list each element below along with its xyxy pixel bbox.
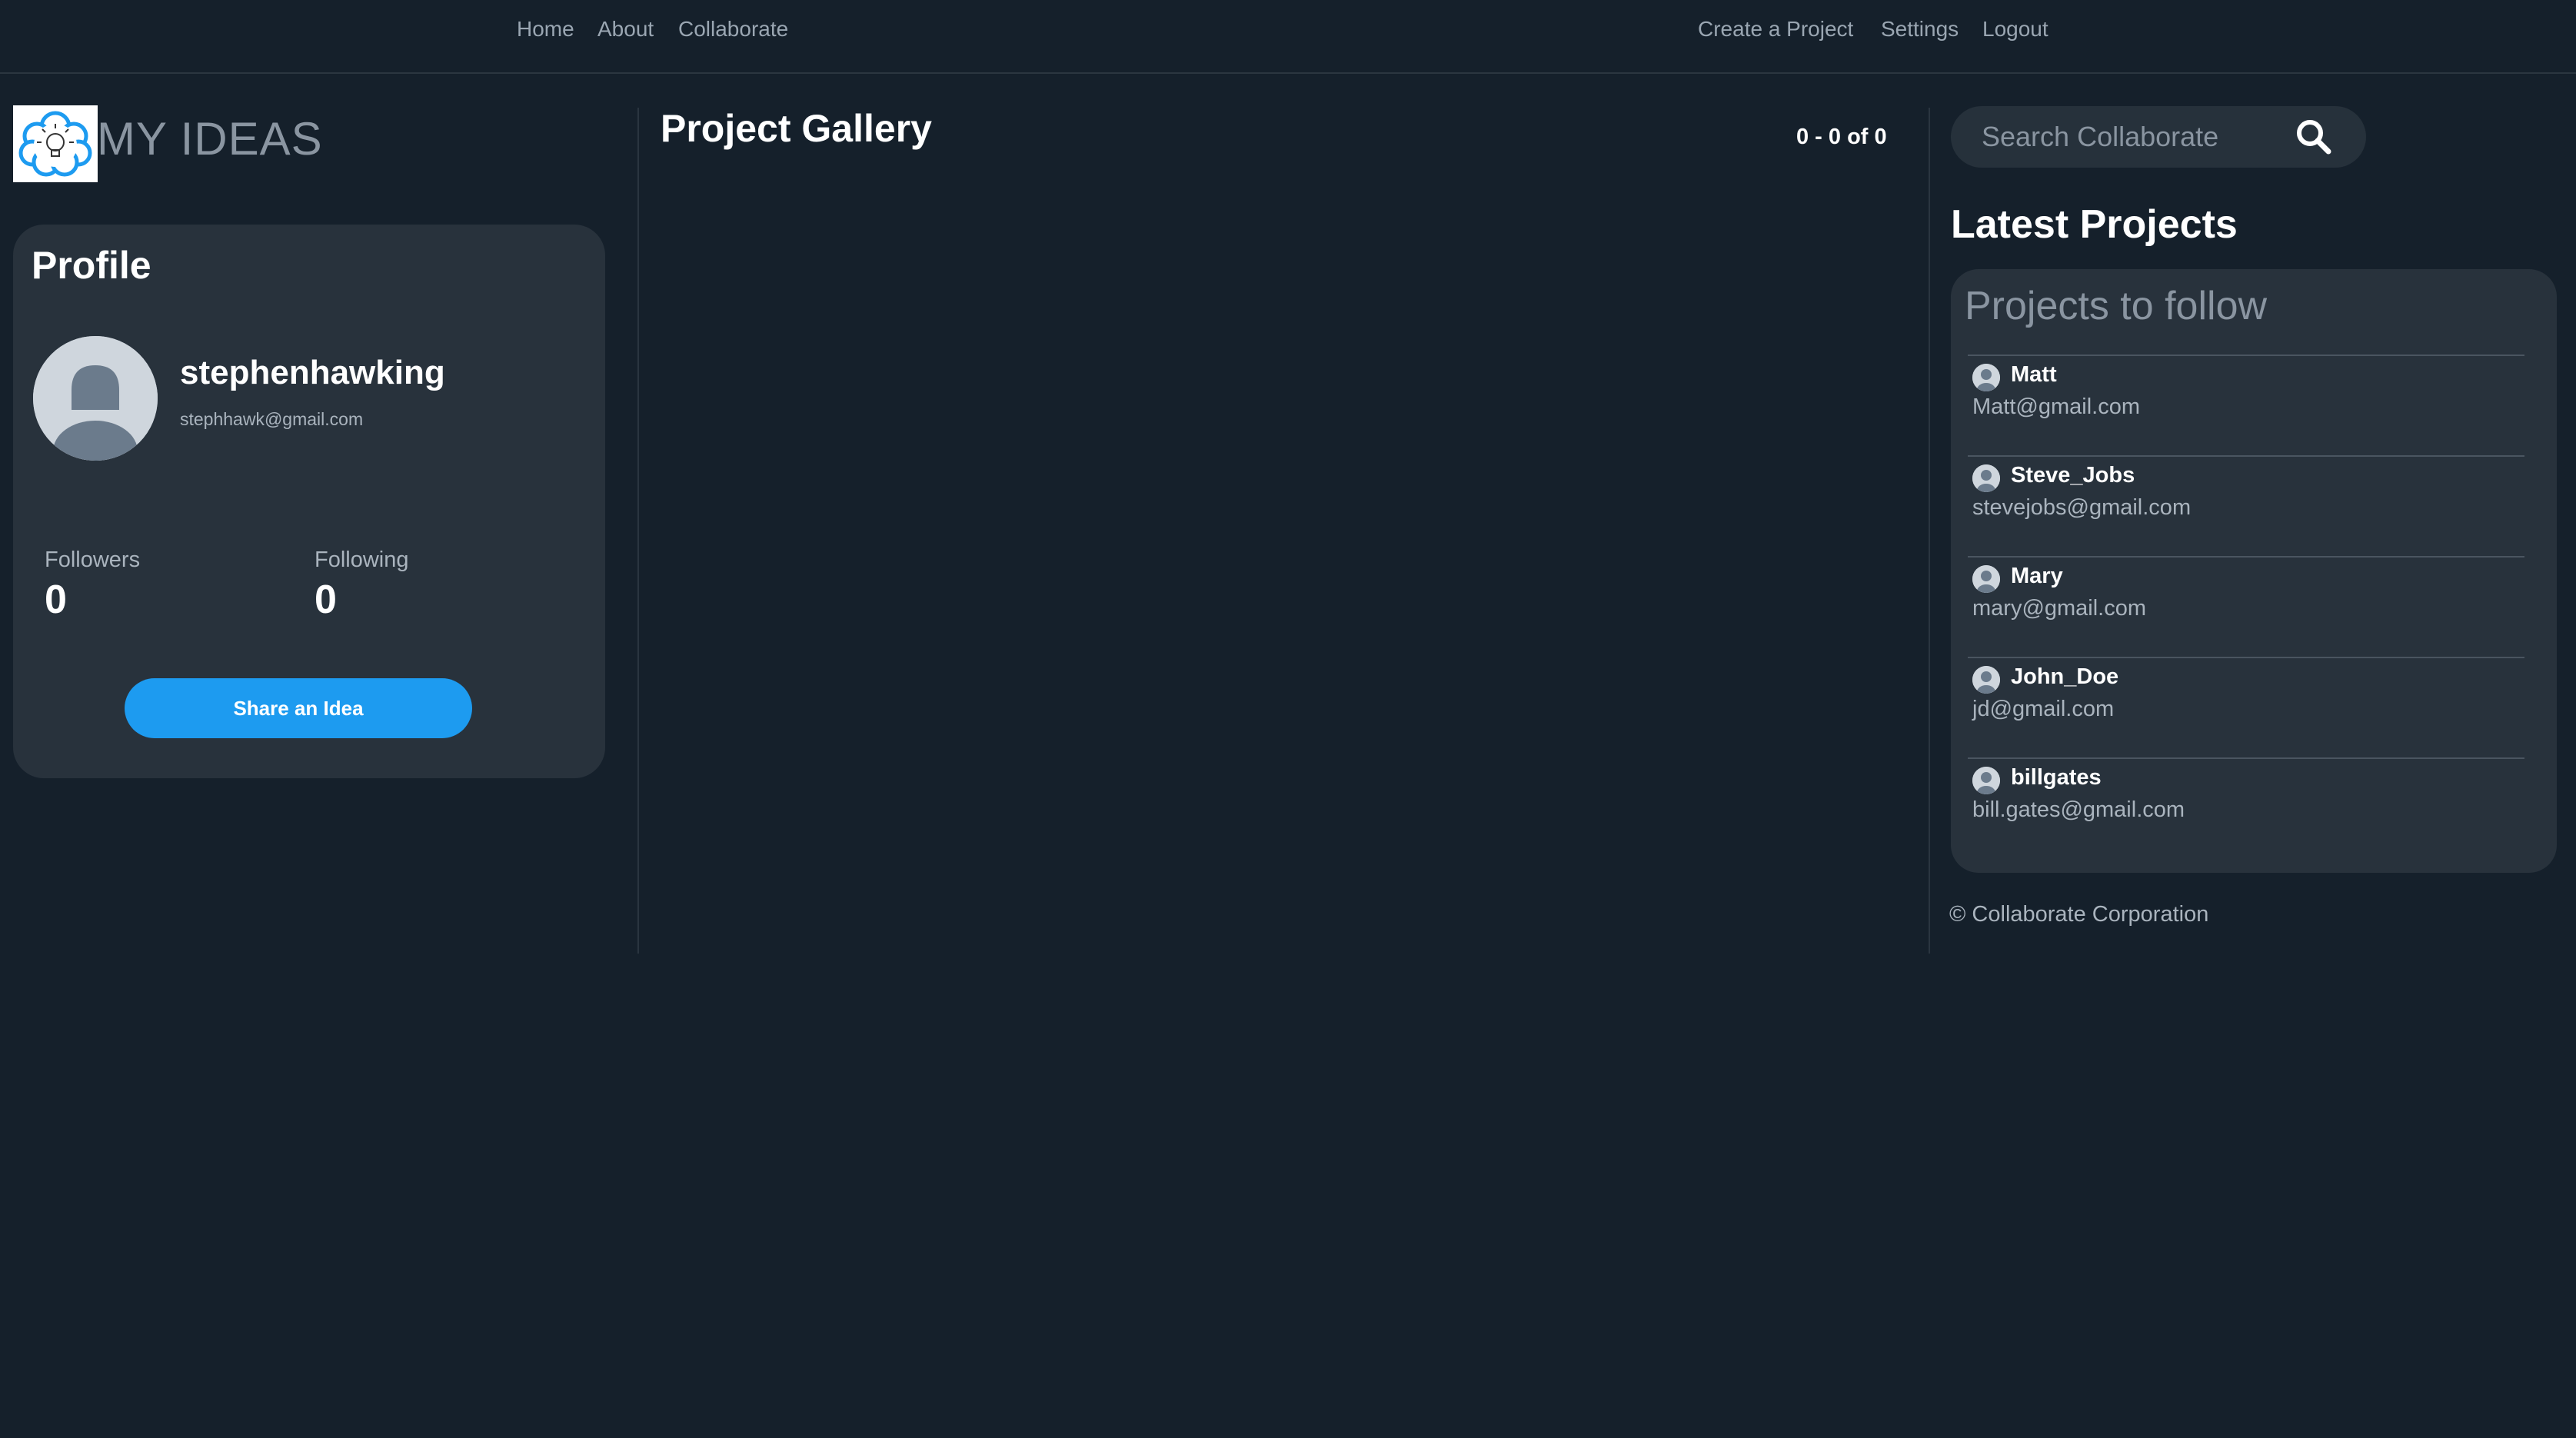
search-icon[interactable] xyxy=(2294,117,2334,157)
latest-projects-title: Latest Projects xyxy=(1951,202,2238,247)
user-icon xyxy=(1972,666,2000,694)
search-input[interactable] xyxy=(1980,106,2288,168)
list-item-email: Matt@gmail.com xyxy=(1972,394,2140,419)
list-item-name: Mary xyxy=(2011,564,2063,588)
nav-logout-link[interactable]: Logout xyxy=(1982,17,2048,42)
brand-name: MY IDEAS xyxy=(97,113,323,165)
footer-copyright: © Collaborate Corporation xyxy=(1949,902,2209,927)
list-item-name: Matt xyxy=(2011,362,2057,387)
list-item[interactable]: Matt Matt@gmail.com xyxy=(1968,355,2524,455)
share-idea-button[interactable]: Share an Idea xyxy=(125,678,472,738)
gallery-pager: 0 - 0 of 0 xyxy=(1796,125,1887,149)
top-nav: Home About Collaborate Create a Project … xyxy=(0,0,2576,74)
followers-label: Followers xyxy=(45,548,141,572)
user-placeholder-icon xyxy=(33,336,158,461)
user-icon xyxy=(1972,464,2000,492)
list-item[interactable]: billgates bill.gates@gmail.com xyxy=(1968,757,2524,858)
list-item-name: John_Doe xyxy=(2011,664,2119,689)
profile-email: stephhawk@gmail.com xyxy=(180,409,364,429)
avatar xyxy=(33,336,158,461)
list-item-email: jd@gmail.com xyxy=(1972,697,2115,721)
page-title: Project Gallery xyxy=(661,107,932,150)
user-icon xyxy=(1972,364,2000,391)
nav-collaborate-link[interactable]: Collaborate xyxy=(678,17,788,42)
projects-to-follow-title: Projects to follow xyxy=(1965,284,2268,328)
projects-to-follow-card: Projects to follow Matt Matt@gmail.com S… xyxy=(1951,269,2557,873)
nav-about-link[interactable]: About xyxy=(597,17,654,42)
search-bar xyxy=(1951,106,2366,168)
list-item-email: bill.gates@gmail.com xyxy=(1972,797,2185,822)
list-item-name: billgates xyxy=(2011,765,2102,790)
list-item-email: stevejobs@gmail.com xyxy=(1972,495,2192,520)
profile-username: stephenhawking xyxy=(180,354,445,391)
profile-card: Profile stephenhawking stephhawk@gmail.c… xyxy=(13,225,605,778)
list-item[interactable]: Steve_Jobs stevejobs@gmail.com xyxy=(1968,455,2524,556)
right-divider xyxy=(1929,108,1930,954)
list-item[interactable]: Mary mary@gmail.com xyxy=(1968,556,2524,657)
user-icon xyxy=(1972,565,2000,593)
user-icon xyxy=(1972,767,2000,794)
nav-settings-link[interactable]: Settings xyxy=(1881,17,1959,42)
nav-home-link[interactable]: Home xyxy=(517,17,574,42)
profile-title: Profile xyxy=(32,244,151,287)
list-item-email: mary@gmail.com xyxy=(1972,596,2147,621)
followers-count[interactable]: 0 xyxy=(45,577,67,623)
lightbulb-cloud-icon xyxy=(18,111,92,177)
left-divider xyxy=(637,108,639,954)
list-item-name: Steve_Jobs xyxy=(2011,463,2135,488)
nav-create-project-link[interactable]: Create a Project xyxy=(1698,17,1853,42)
brand-logo[interactable] xyxy=(13,105,98,182)
following-count[interactable]: 0 xyxy=(315,577,337,623)
following-label: Following xyxy=(315,548,409,572)
list-item[interactable]: John_Doe jd@gmail.com xyxy=(1968,657,2524,757)
